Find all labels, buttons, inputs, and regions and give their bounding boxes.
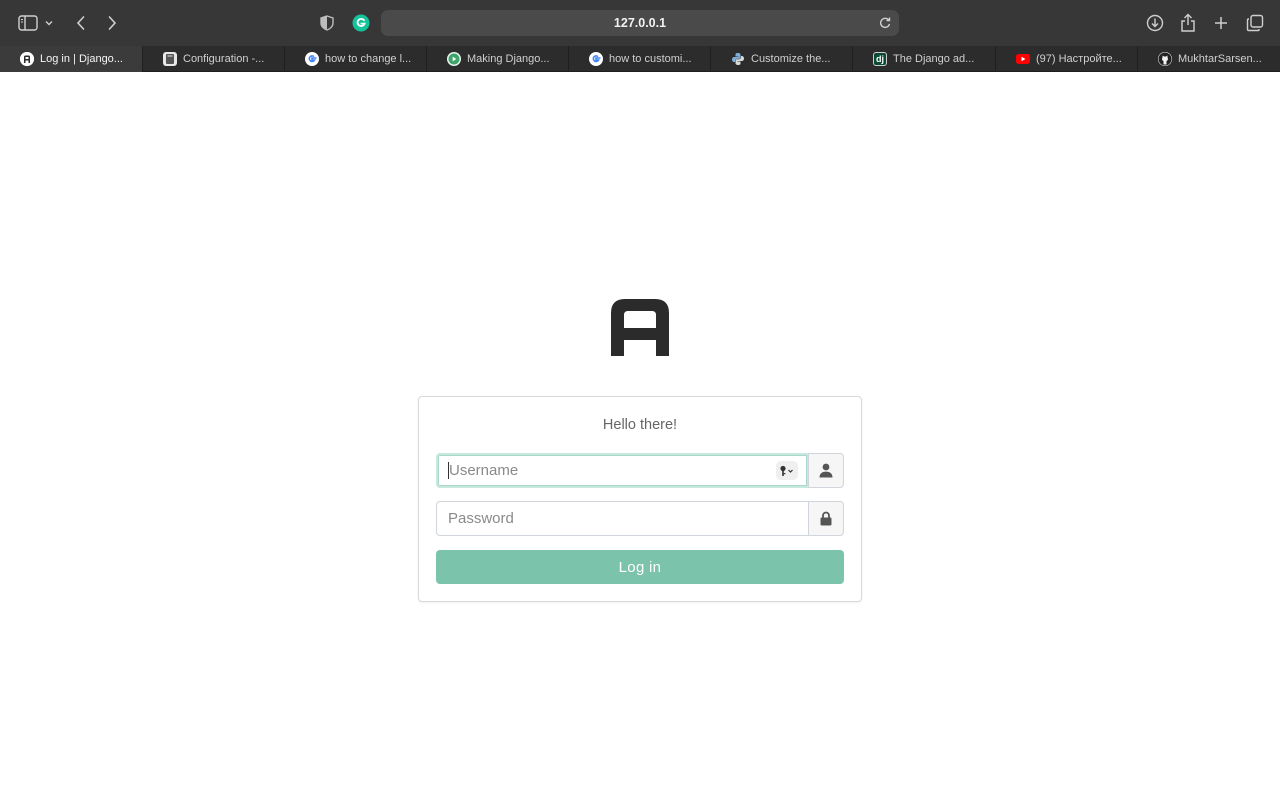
back-icon[interactable] [69,11,93,35]
site-logo [611,299,669,356]
docs-book-icon [163,52,177,66]
tab-github[interactable]: MukhtarSarsen... [1138,46,1280,72]
green-play-icon [447,52,461,66]
tab-google-search-1[interactable]: how to change l... [285,46,427,72]
login-button[interactable]: Log in [436,550,844,584]
downloads-icon[interactable] [1143,11,1167,35]
tab-title: Configuration -... [183,53,265,65]
tab-youtube[interactable]: (97) Настройте... [996,46,1138,72]
tab-title: (97) Настройте... [1036,53,1122,65]
tab-title: Customize the... [751,53,831,65]
google-icon [305,52,319,66]
tab-title: how to customi... [609,53,692,65]
django-icon: dj [873,52,887,66]
tab-configuration[interactable]: Configuration -... [143,46,285,72]
lock-icon [808,501,844,536]
share-icon[interactable] [1176,11,1200,35]
tab-customize[interactable]: Customize the... [711,46,853,72]
reload-icon[interactable] [877,15,893,31]
tab-django-admin-docs[interactable]: dj The Django ad... [853,46,996,72]
sidebar-toggle-icon[interactable] [16,11,40,35]
grammarly-extension-icon[interactable] [349,11,373,35]
username-input[interactable] [436,453,809,488]
tab-title: Log in | Django... [40,53,123,65]
new-tab-icon[interactable] [1209,11,1233,35]
tab-making-django[interactable]: Making Django... [427,46,569,72]
password-autofill-key-icon[interactable] [776,461,798,480]
python-icon [731,52,745,66]
tab-django-login[interactable]: Log in | Django... [0,46,143,72]
browser-toolbar: 127.0.0.1 [0,0,1280,46]
tab-google-search-2[interactable]: how to customi... [569,46,711,72]
tab-overview-icon[interactable] [1243,11,1267,35]
password-input[interactable] [436,501,809,536]
text-cursor [448,462,449,479]
tab-title: how to change l... [325,53,412,65]
tab-title: MukhtarSarsen... [1178,53,1262,65]
login-card: Hello there! Log in [418,396,862,602]
google-icon [589,52,603,66]
url-text: 127.0.0.1 [613,16,667,30]
tab-bar: Log in | Django... Configuration -... ho… [0,46,1280,72]
tab-title: Making Django... [467,53,550,65]
forward-icon[interactable] [100,11,124,35]
django-admin-logo-icon [20,52,34,66]
password-group [436,501,844,536]
chevron-down-icon[interactable] [41,11,57,35]
github-icon [1158,52,1172,66]
login-greeting: Hello there! [602,417,678,433]
tab-title: The Django ad... [893,53,975,65]
address-bar[interactable]: 127.0.0.1 [381,10,899,36]
user-icon [808,453,844,488]
youtube-icon [1016,52,1030,66]
username-group [436,453,844,488]
privacy-shield-icon[interactable] [315,11,339,35]
